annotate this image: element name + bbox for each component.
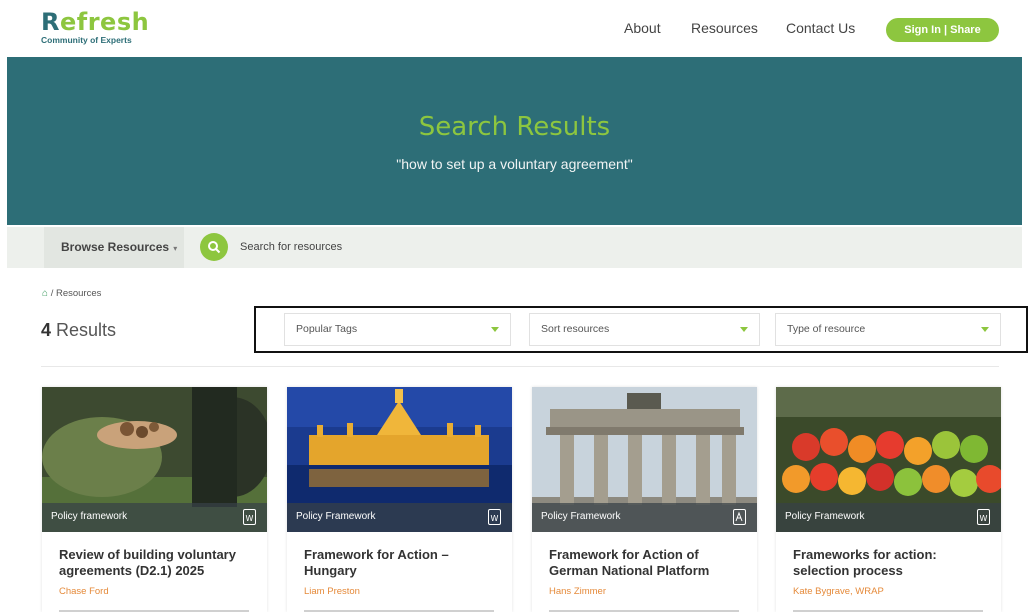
card-excerpt (59, 606, 249, 612)
card-category: Policy Framework (296, 511, 376, 522)
card-tag-bar: Policy Framework W (776, 503, 1001, 532)
resource-card[interactable]: Policy Framework W Frameworks for action… (776, 387, 1001, 612)
page-title: Search Results (418, 112, 611, 142)
word-doc-icon: W (243, 509, 256, 525)
sign-in-share-button[interactable]: Sign In | Share (886, 18, 999, 42)
annotation-highlight-box (254, 306, 1028, 353)
search-query: "how to set up a voluntary agreement" (396, 156, 633, 172)
logo-subtitle: Community of Experts (41, 35, 132, 45)
card-title[interactable]: Frameworks for action: selection process (793, 547, 993, 579)
site-header: Refresh Community of Experts About Resou… (0, 0, 1029, 57)
pdf-doc-icon (733, 509, 746, 525)
svg-text:W: W (491, 514, 499, 523)
card-title[interactable]: Framework for Action – Hungary (304, 547, 504, 579)
card-category: Policy framework (51, 511, 128, 522)
resource-card[interactable]: Policy Framework Framework for Action of… (532, 387, 757, 612)
card-category: Policy Framework (785, 511, 865, 522)
logo[interactable]: Refresh Community of Experts (41, 10, 149, 45)
logo-wordmark: Refresh (41, 8, 150, 36)
search-button[interactable] (200, 233, 228, 261)
card-excerpt (793, 606, 983, 612)
breadcrumb-resources[interactable]: Resources (56, 288, 101, 299)
card-title[interactable]: Framework for Action of German National … (549, 547, 749, 579)
resource-search-bar: Browse Resources ▾ Search for resources (7, 227, 1022, 268)
breadcrumb: ⌂ / Resources (42, 288, 101, 299)
divider (41, 366, 999, 367)
search-input[interactable]: Search for resources (240, 241, 342, 253)
word-doc-icon: W (977, 509, 990, 525)
card-title[interactable]: Review of building voluntary agreements … (59, 547, 259, 579)
nav-contact-us[interactable]: Contact Us (786, 20, 855, 36)
card-author[interactable]: Hans Zimmer (549, 586, 606, 597)
card-author[interactable]: Chase Ford (59, 586, 109, 597)
nav-resources[interactable]: Resources (691, 20, 758, 36)
resource-card[interactable]: Policy Framework W Framework for Action … (287, 387, 512, 612)
resource-card[interactable]: Policy framework W Review of building vo… (42, 387, 267, 612)
card-excerpt (304, 606, 494, 612)
svg-text:W: W (980, 514, 988, 523)
card-excerpt (549, 606, 739, 612)
card-author[interactable]: Liam Preston (304, 586, 360, 597)
breadcrumb-separator: / (50, 288, 54, 299)
card-tag-bar: Policy framework W (42, 503, 267, 532)
home-icon[interactable]: ⌂ (42, 288, 48, 299)
nav-about[interactable]: About (624, 20, 661, 36)
card-tag-bar: Policy Framework (532, 503, 757, 532)
card-category: Policy Framework (541, 511, 621, 522)
browse-resources-label: Browse Resources (61, 240, 170, 254)
results-count: 4 Results (41, 320, 117, 340)
search-icon (208, 241, 221, 254)
card-author[interactable]: Kate Bygrave, WRAP (793, 586, 884, 597)
hero-banner: Search Results "how to set up a voluntar… (7, 57, 1022, 225)
card-tag-bar: Policy Framework W (287, 503, 512, 532)
chevron-down-icon: ▾ (171, 244, 178, 253)
browse-resources-dropdown[interactable]: Browse Resources ▾ (44, 227, 184, 268)
svg-text:W: W (246, 514, 254, 523)
word-doc-icon: W (488, 509, 501, 525)
